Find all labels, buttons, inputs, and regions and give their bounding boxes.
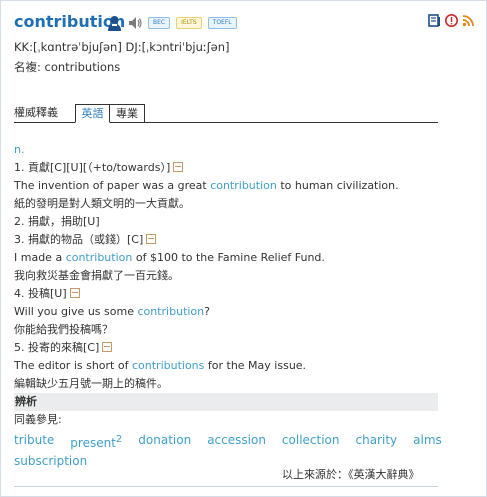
keyword-link[interactable]: contribution [210, 179, 277, 192]
sense-1-translation: 紙的發明是對人類文明的一大貢獻。 [14, 197, 190, 210]
sense-3-example: I made a contribution of $100 to the Fam… [14, 249, 438, 267]
sense-5-translation: 編輯缺少五月號一期上的稿件。 [14, 377, 168, 390]
sense-3: 3. 捐獻的物品（或錢）[C] [14, 231, 438, 249]
sense-4-translation: 你能給我們投稿嗎？ [14, 323, 113, 336]
speaker-icon[interactable] [128, 16, 142, 30]
wordbook-icon[interactable] [428, 14, 441, 27]
bec-badge[interactable]: BEC [148, 17, 171, 29]
example-text: The invention of paper was a great [14, 179, 211, 192]
sense-5-example: The editor is short of contributions for… [14, 357, 438, 375]
sense-5: 5. 投寄的來稿[C] [14, 339, 438, 357]
example-text: for the May issue. [204, 359, 307, 372]
synonym-link[interactable]: tribute [14, 431, 54, 452]
see-also-label: 同義參見: [14, 413, 62, 426]
keyword-link[interactable]: contribution [137, 305, 204, 318]
tab-english[interactable]: 英語 [75, 104, 110, 123]
toolbar-icons [428, 14, 475, 27]
synonym-link[interactable]: donation [138, 431, 191, 452]
synonym-word: present [70, 436, 116, 450]
sense-1: 1. 貢獻[C][U][（+to/towards）] [14, 159, 438, 177]
sense-3-translation: 我向救災基金會捐獻了一百元錢。 [14, 269, 179, 282]
rss-icon[interactable] [462, 14, 475, 27]
example-text: The editor is short of [14, 359, 132, 372]
tab-professional[interactable]: 專業 [109, 104, 145, 122]
tab-english-label: 英語 [81, 107, 104, 120]
divider [14, 486, 438, 487]
collapse-icon[interactable] [69, 288, 80, 298]
synonym-link-present[interactable]: present2 [70, 431, 122, 452]
toefl-badge[interactable]: TOEFL [207, 17, 237, 29]
sense-1-def: 1. 貢獻[C][U][（+to/towards）] [14, 161, 171, 174]
synonym-link[interactable]: collection [282, 431, 340, 452]
collapse-icon[interactable] [102, 342, 113, 352]
synonym-link[interactable]: charity [356, 431, 398, 452]
homograph-number: 2 [115, 434, 123, 445]
error-report-icon[interactable] [445, 14, 458, 27]
example-text: to human civilization. [276, 179, 399, 192]
person-icon[interactable] [107, 15, 122, 31]
source-attribution: 以上來源於：《英漢大辭典》 [282, 468, 420, 481]
collapse-icon[interactable] [173, 162, 184, 172]
synonym-link[interactable]: alms [413, 431, 442, 452]
keyword-link[interactable]: contribution [66, 251, 133, 264]
synonym-link[interactable]: accession [207, 431, 266, 452]
plural-form: 名複: contributions [14, 60, 121, 74]
notes-header: 辨析 [14, 393, 438, 411]
sense-4-def: 4. 投稿[U] [14, 287, 67, 300]
example-text: Will you give us some [14, 305, 138, 318]
part-of-speech: n. [14, 143, 25, 156]
collapse-icon[interactable] [146, 234, 157, 244]
keyword-link[interactable]: contributions [132, 359, 204, 372]
example-text: ? [204, 305, 210, 318]
sense-5-def: 5. 投寄的來稿[C] [14, 341, 100, 354]
sense-4: 4. 投稿[U] [14, 285, 438, 303]
tab-authority[interactable]: 權威釋義 [14, 104, 74, 121]
definitions: n. 1. 貢獻[C][U][（+to/towards）] The invent… [14, 141, 442, 470]
sense-4-example: Will you give us some contribution? [14, 303, 438, 321]
sense-3-def: 3. 捐獻的物品（或錢）[C] [14, 233, 144, 246]
sense-1-example: The invention of paper was a great contr… [14, 177, 438, 195]
pronunciation: KK:[ˌkɑntrəˈbjuʃən] DJ:[ˌkɔntriˈbjuːʃən] [14, 40, 230, 54]
example-text: I made a [14, 251, 66, 264]
ielts-badge[interactable]: IELTS [176, 17, 202, 29]
sense-2-def: 2. 捐獻，捐助[U] [14, 215, 100, 228]
definition-tabs: 權威釋義 英語 專業 [14, 104, 438, 123]
example-text: of $100 to the Famine Relief Fund. [132, 251, 325, 264]
synonym-list: tribute present2 donation accession coll… [14, 431, 442, 452]
headword-icons: BEC IELTS TOEFL [107, 14, 237, 32]
